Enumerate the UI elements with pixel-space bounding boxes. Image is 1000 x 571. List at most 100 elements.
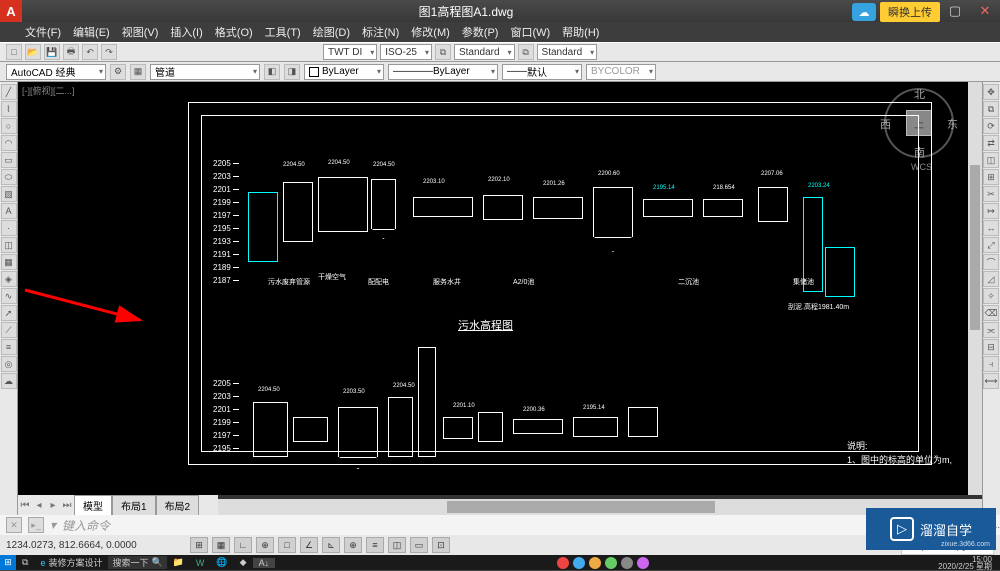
tray-icon-3[interactable] xyxy=(589,557,601,569)
viewport-label[interactable]: [-][俯视][二...] xyxy=(22,84,75,97)
osnap-toggle[interactable]: □ xyxy=(278,537,296,553)
redo-icon[interactable]: ↷ xyxy=(101,44,117,60)
drawing-canvas[interactable]: [-][俯视][二...] 上 北 南 西 东 WCS 2205 2203 22… xyxy=(18,82,982,495)
tablestyle-dropdown[interactable]: Standard xyxy=(454,44,515,60)
menu-draw[interactable]: 绘图(D) xyxy=(308,22,355,42)
menu-modify[interactable]: 修改(M) xyxy=(406,22,455,42)
tab-layout2[interactable]: 布局2 xyxy=(156,495,200,516)
app-task[interactable]: ◆ xyxy=(234,557,253,568)
arc-icon[interactable]: ◠ xyxy=(1,135,17,151)
tray-icon-1[interactable] xyxy=(557,557,569,569)
fillet-icon[interactable]: ⌒ xyxy=(983,254,999,270)
layer-tool-icon[interactable]: ◧ xyxy=(264,64,280,80)
save-icon[interactable]: 💾 xyxy=(44,44,60,60)
menu-window[interactable]: 窗口(W) xyxy=(505,22,555,42)
taskview-icon[interactable]: ⧉ xyxy=(16,557,34,568)
maximize-button[interactable]: ▢ xyxy=(940,0,970,22)
linetype-dropdown[interactable]: ———— ByLayer xyxy=(388,64,498,80)
ws-gear-icon[interactable]: ⚙ xyxy=(110,64,126,80)
otrack-toggle[interactable]: ∠ xyxy=(300,537,318,553)
snap-toggle[interactable]: ⊞ xyxy=(190,537,208,553)
polar-toggle[interactable]: ⊕ xyxy=(256,537,274,553)
menu-help[interactable]: 帮助(H) xyxy=(557,22,604,42)
workspace-dropdown[interactable]: AutoCAD 经典 xyxy=(6,64,106,80)
ellipse-icon[interactable]: ⬭ xyxy=(1,169,17,185)
offset-icon[interactable]: ◫ xyxy=(983,152,999,168)
tpy-toggle[interactable]: ◫ xyxy=(388,537,406,553)
layer-props-icon[interactable]: ▦ xyxy=(130,64,146,80)
mirror-icon[interactable]: ⇄ xyxy=(983,135,999,151)
upload-badge[interactable]: ☁ 瞬换上传 xyxy=(852,2,940,22)
align-icon[interactable]: ⫞ xyxy=(983,356,999,372)
line-icon[interactable]: ╱ xyxy=(1,84,17,100)
folder-task[interactable]: 📁 xyxy=(167,557,190,568)
start-button[interactable]: ⊞ xyxy=(0,555,16,570)
dim-tool-icon[interactable]: ⧉ xyxy=(435,44,451,60)
undo-icon[interactable]: ↶ xyxy=(82,44,98,60)
hatch-icon[interactable]: ▨ xyxy=(1,186,17,202)
menu-param[interactable]: 参数(P) xyxy=(457,22,504,42)
menu-edit[interactable]: 编辑(E) xyxy=(68,22,115,42)
menu-tools[interactable]: 工具(T) xyxy=(260,22,306,42)
tab-nav-next[interactable]: ▸ xyxy=(46,500,60,511)
clock[interactable]: 15:00 2020/2/25 星期 xyxy=(930,556,1000,570)
break-icon[interactable]: ⊟ xyxy=(983,339,999,355)
scale-icon[interactable]: ⤢ xyxy=(983,237,999,253)
qp-toggle[interactable]: ▭ xyxy=(410,537,428,553)
command-input[interactable]: 键入命令 xyxy=(62,517,110,534)
standard-dropdown[interactable]: Standard xyxy=(537,44,598,60)
tray[interactable] xyxy=(551,557,655,569)
rect-icon[interactable]: ▭ xyxy=(1,152,17,168)
browser-task[interactable]: e装修方案设计 xyxy=(34,556,108,569)
tab-nav-last[interactable]: ⏭ xyxy=(60,500,74,511)
polyline-icon[interactable]: ⌇ xyxy=(1,101,17,117)
lengthen-icon[interactable]: ⟷ xyxy=(983,373,999,389)
tray-icon-2[interactable] xyxy=(573,557,585,569)
cmd-close-icon[interactable]: ✕ xyxy=(6,517,22,533)
close-button[interactable]: ✕ xyxy=(970,0,1000,22)
region-icon[interactable]: ◈ xyxy=(1,271,17,287)
tray-icon-5[interactable] xyxy=(621,557,633,569)
word-task[interactable]: W xyxy=(190,558,211,568)
tab-nav-prev[interactable]: ◂ xyxy=(32,500,46,511)
lwt-toggle[interactable]: ≡ xyxy=(366,537,384,553)
block-icon[interactable]: ◫ xyxy=(1,237,17,253)
textstyle-dropdown[interactable]: TWT DI xyxy=(323,44,377,60)
ducs-toggle[interactable]: ⊾ xyxy=(322,537,340,553)
dimstyle-dropdown[interactable]: ISO-25 xyxy=(380,44,432,60)
chrome-task[interactable]: 🌐 xyxy=(210,557,233,568)
trim-icon[interactable]: ✂ xyxy=(983,186,999,202)
extend-icon[interactable]: ↦ xyxy=(983,203,999,219)
array-icon[interactable]: ⊞ xyxy=(983,169,999,185)
erase-icon[interactable]: ⌫ xyxy=(983,305,999,321)
sc-toggle[interactable]: ⊡ xyxy=(432,537,450,553)
menu-view[interactable]: 视图(V) xyxy=(117,22,164,42)
donut-icon[interactable]: ◎ xyxy=(1,356,17,372)
menu-dim[interactable]: 标注(N) xyxy=(357,22,404,42)
new-icon[interactable]: □ xyxy=(6,44,22,60)
rotate-icon[interactable]: ⟳ xyxy=(983,118,999,134)
menu-format[interactable]: 格式(O) xyxy=(210,22,258,42)
tab-model[interactable]: 模型 xyxy=(74,495,112,516)
print-icon[interactable]: 🖶 xyxy=(63,44,79,60)
menu-file[interactable]: 文件(F) xyxy=(20,22,66,42)
tab-nav-first[interactable]: ⏮ xyxy=(18,500,32,511)
layer-dropdown[interactable]: 管道 xyxy=(150,64,260,80)
copy-icon[interactable]: ⧉ xyxy=(983,101,999,117)
ortho-toggle[interactable]: ∟ xyxy=(234,537,252,553)
table-icon[interactable]: ▦ xyxy=(1,254,17,270)
cmd-prompt-icon[interactable]: ▸_ xyxy=(28,517,44,533)
command-bar[interactable]: ✕ ▸_ ▾ 键入命令 ws.. xyxy=(0,515,1000,535)
lineweight-dropdown[interactable]: —— 默认 xyxy=(502,64,582,80)
tab-layout1[interactable]: 布局1 xyxy=(112,495,156,516)
point-icon[interactable]: · xyxy=(1,220,17,236)
app-icon[interactable]: A xyxy=(0,0,22,22)
open-icon[interactable]: 📂 xyxy=(25,44,41,60)
revision-icon[interactable]: ☁ xyxy=(1,373,17,389)
style-tool-icon[interactable]: ⧉ xyxy=(518,44,534,60)
text-icon[interactable]: A xyxy=(1,203,17,219)
vertical-scrollbar[interactable] xyxy=(968,82,982,495)
move-icon[interactable]: ✥ xyxy=(983,84,999,100)
mline-icon[interactable]: ≡ xyxy=(1,339,17,355)
autocad-task[interactable]: A↓ xyxy=(253,558,276,568)
